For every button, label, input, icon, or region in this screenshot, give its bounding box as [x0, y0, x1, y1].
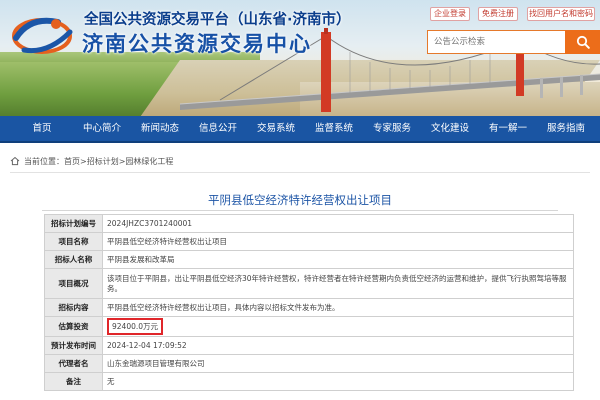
free-register-link[interactable]: 免费注册 [478, 7, 518, 21]
recover-account-link[interactable]: 找回用户名和密码 [527, 7, 595, 21]
row-label: 估算投资 [44, 316, 103, 337]
row-label: 代理者名 [44, 354, 103, 373]
breadcrumb-divider [10, 172, 590, 173]
table-row: 招标人名称 平阴县发展和改革局 [44, 250, 574, 269]
row-label: 项目概况 [44, 268, 103, 299]
search-button[interactable] [565, 30, 600, 54]
estimated-investment-value: 92400.0万元 [107, 318, 164, 335]
table-row: 招标计划编号 2024JHZC3701240001 [44, 214, 574, 233]
header-banner: 全国公共资源交易平台（山东省·济南市） 济南公共资源交易中心 企业登录 免费注册… [0, 0, 600, 116]
row-value: 2024-12-04 17:09:52 [102, 336, 574, 355]
nav-news[interactable]: 新闻动态 [134, 116, 186, 141]
breadcrumb: 当前位置： 首页 > 招标计划 > 园林绿化工程 [10, 154, 173, 168]
nav-disclosure[interactable]: 信息公开 [192, 116, 244, 141]
breadcrumb-home-link[interactable]: 首页 [64, 156, 80, 167]
page-title: 平阴县低空经济特许经营权出让项目 [208, 193, 392, 207]
row-label: 项目名称 [44, 232, 103, 251]
project-info-table: 招标计划编号 2024JHZC3701240001 项目名称 平阴县低空经济特许… [44, 214, 574, 391]
main-nav: 首页 中心简介 新闻动态 信息公开 交易系统 监督系统 专家服务 文化建设 有一… [0, 116, 600, 143]
breadcrumb-label: 当前位置： [24, 156, 64, 166]
table-row: 预计发布时间 2024-12-04 17:09:52 [44, 336, 574, 355]
row-label: 预计发布时间 [44, 336, 103, 355]
nav-about[interactable]: 中心简介 [76, 116, 128, 141]
table-row: 备注 无 [44, 372, 574, 391]
row-value: 该项目位于平阴县，出让平阴县低空经济30年特许经营权，特许经营者在特许经营期内负… [102, 268, 574, 299]
nav-trading-system[interactable]: 交易系统 [250, 116, 302, 141]
nav-culture[interactable]: 文化建设 [424, 116, 476, 141]
home-icon [10, 156, 20, 166]
table-row: 代理者名 山东金瑞源项目管理有限公司 [44, 354, 574, 373]
table-row: 招标内容 平阴县低空经济特许经营权出让项目，具体内容以招标文件发布为准。 [44, 298, 574, 317]
table-row: 项目名称 平阴县低空经济特许经营权出让项目 [44, 232, 574, 251]
row-value: 山东金瑞源项目管理有限公司 [102, 354, 574, 373]
center-name: 济南公共资源交易中心 [82, 32, 312, 56]
nav-service-guide[interactable]: 服务指南 [540, 116, 592, 141]
row-value: 平阴县低空经济特许经营权出让项目 [102, 232, 574, 251]
row-label: 招标计划编号 [44, 214, 103, 233]
breadcrumb-plan-link[interactable]: 招标计划 [87, 156, 119, 167]
nav-qa[interactable]: 有一解一 [482, 116, 534, 141]
page: 全国公共资源交易平台（山东省·济南市） 济南公共资源交易中心 企业登录 免费注册… [0, 0, 600, 400]
emblem-logo-icon [12, 17, 73, 54]
nav-expert-service[interactable]: 专家服务 [366, 116, 418, 141]
search-input[interactable] [427, 30, 565, 54]
platform-title: 全国公共资源交易平台（山东省·济南市） [84, 12, 351, 28]
enterprise-login-link[interactable]: 企业登录 [430, 7, 470, 21]
row-value: 平阴县发展和改革局 [102, 250, 574, 269]
table-row: 项目概况 该项目位于平阴县，出让平阴县低空经济30年特许经营权，特许经营者在特许… [44, 268, 574, 299]
row-label: 招标人名称 [44, 250, 103, 269]
breadcrumb-separator: > [80, 156, 87, 166]
row-value: 平阴县低空经济特许经营权出让项目，具体内容以招标文件发布为准。 [102, 298, 574, 317]
row-value: 无 [102, 372, 574, 391]
nav-home[interactable]: 首页 [18, 116, 66, 141]
row-value-cell: 92400.0万元 [102, 316, 574, 337]
row-label: 招标内容 [44, 298, 103, 317]
title-divider [42, 210, 558, 211]
search-icon [576, 35, 590, 49]
row-label: 备注 [44, 372, 103, 391]
breadcrumb-current[interactable]: 园林绿化工程 [125, 156, 173, 167]
row-value: 2024JHZC3701240001 [102, 214, 574, 233]
breadcrumb-separator: > [118, 156, 126, 166]
table-row: 估算投资 92400.0万元 [44, 316, 574, 337]
nav-supervision[interactable]: 监督系统 [308, 116, 360, 141]
